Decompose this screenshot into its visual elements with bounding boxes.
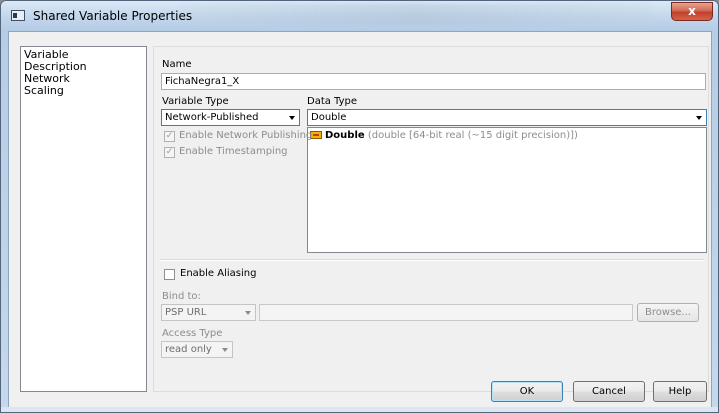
chevron-down-icon	[222, 348, 228, 352]
section-divider	[160, 259, 704, 261]
window-icon	[11, 10, 25, 21]
variable-type-label: Variable Type	[162, 96, 229, 107]
data-type-label: Data Type	[307, 96, 358, 107]
name-input[interactable]: FichaNegra1_X	[161, 73, 706, 90]
enable-timestamping-checkbox[interactable]: ✓	[164, 147, 175, 158]
window-title: Shared Variable Properties	[33, 9, 193, 23]
access-type-label: Access Type	[162, 328, 223, 339]
enable-aliasing-label: Enable Aliasing	[180, 268, 257, 279]
variable-type-value: Network-Published	[165, 112, 259, 123]
chevron-down-icon	[289, 116, 295, 120]
variable-type-select[interactable]: Network-Published	[161, 109, 300, 126]
close-button[interactable]: x	[671, 2, 713, 21]
help-button[interactable]: Help	[653, 381, 707, 402]
enable-timestamping-label: Enable Timestamping	[179, 146, 288, 157]
dialog-window: Shared Variable Properties x Variable De…	[0, 0, 719, 413]
bind-to-select[interactable]: PSP URL	[161, 304, 256, 321]
browse-button[interactable]: Browse...	[637, 303, 699, 322]
access-type-select[interactable]: read only	[161, 341, 233, 358]
chevron-down-icon	[245, 311, 251, 315]
bind-to-value: PSP URL	[165, 307, 207, 318]
category-list[interactable]: Variable Description Network Scaling	[20, 46, 147, 392]
ok-button[interactable]: OK	[491, 381, 563, 402]
data-type-option-double[interactable]: Double (double [64-bit real (~15 digit p…	[310, 130, 578, 141]
enable-network-publishing-label: Enable Network Publishing	[179, 130, 313, 141]
category-item-scaling[interactable]: Scaling	[24, 85, 143, 97]
cancel-button[interactable]: Cancel	[573, 381, 645, 402]
enable-aliasing-checkbox[interactable]	[164, 269, 175, 280]
data-type-value: Double	[311, 112, 347, 123]
title-bar[interactable]: Shared Variable Properties x	[1, 1, 718, 31]
chevron-down-icon	[696, 116, 702, 120]
bind-to-label: Bind to:	[162, 291, 201, 302]
data-type-option-name: Double	[325, 130, 365, 141]
data-type-option-description: (double [64-bit real (~15 digit precisio…	[367, 130, 578, 141]
variable-properties-panel: Name FichaNegra1_X Variable Type Network…	[153, 46, 709, 392]
name-label: Name	[162, 59, 192, 70]
background-blur	[181, 3, 651, 25]
bind-url-input[interactable]	[259, 304, 633, 321]
access-type-value: read only	[165, 344, 212, 355]
data-type-select[interactable]: Double	[307, 109, 707, 126]
enable-network-publishing-checkbox[interactable]: ✓	[164, 131, 175, 142]
data-type-list[interactable]: Double (double [64-bit real (~15 digit p…	[307, 127, 707, 253]
dialog-body: Variable Description Network Scaling Nam…	[8, 31, 712, 408]
window-bottom-edge	[1, 407, 718, 412]
